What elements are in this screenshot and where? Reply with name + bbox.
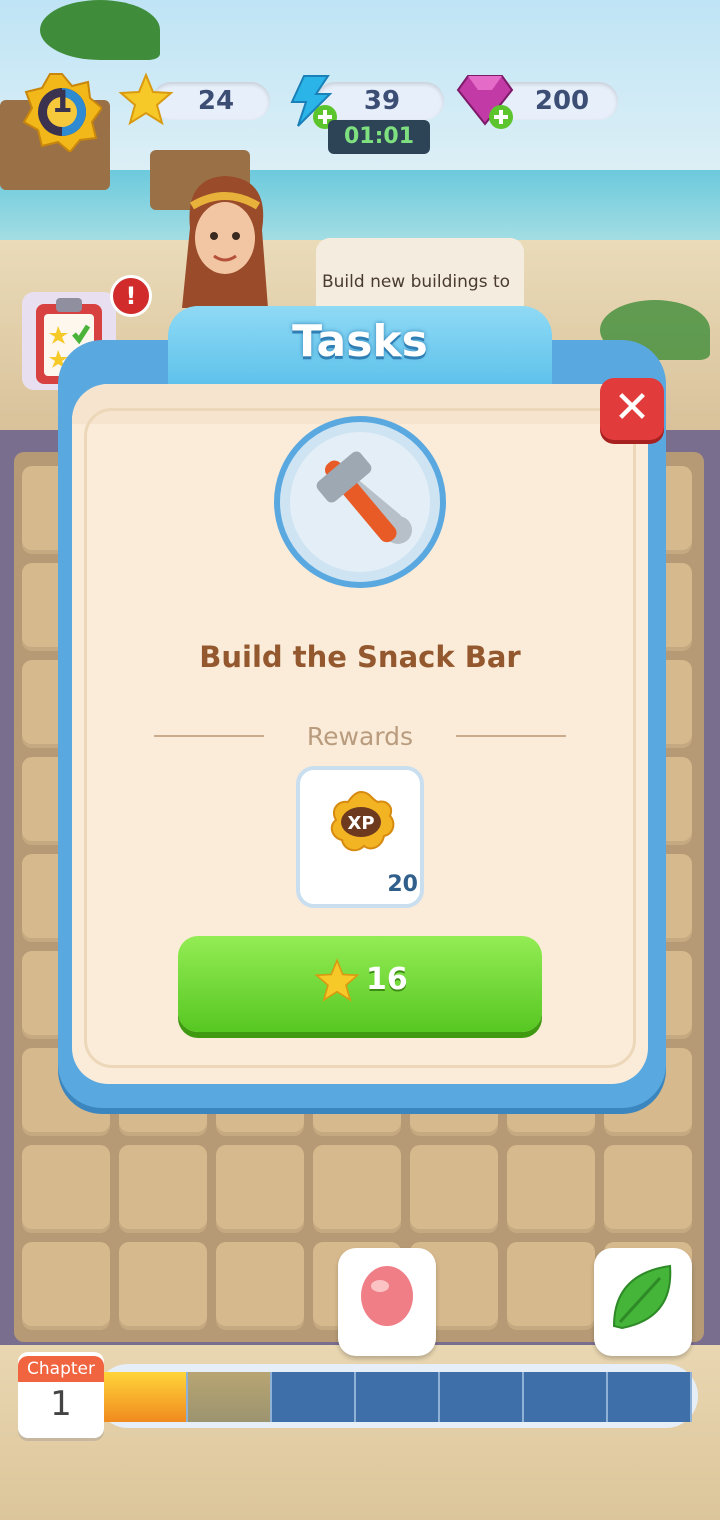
xp-icon: XP [330, 790, 395, 852]
reward-amount: 20 [387, 872, 418, 897]
build-button[interactable] [178, 936, 542, 1032]
chapter-label: Chapter [18, 1356, 104, 1382]
chapter-number: 1 [50, 1384, 72, 1424]
milestone-marker[interactable] [338, 1248, 436, 1356]
board-tile[interactable] [119, 1242, 207, 1330]
task-title: Build the Snack Bar [199, 640, 521, 674]
close-button[interactable]: ✕ [600, 378, 664, 440]
energy-value: 39 [363, 86, 401, 116]
star-icon [118, 72, 174, 126]
star-icon [314, 958, 360, 1002]
milestone-marker[interactable] [594, 1248, 692, 1356]
chapter-progress-segment [272, 1372, 356, 1422]
chapter-progress-segment [104, 1372, 188, 1422]
board-tile[interactable] [410, 1145, 498, 1233]
close-icon: ✕ [613, 382, 651, 433]
palm-tree [40, 0, 160, 60]
board-tile[interactable] [22, 1145, 110, 1233]
board-tile[interactable] [507, 1242, 595, 1330]
stars-value: 24 [197, 86, 235, 116]
add-gems-icon[interactable] [488, 104, 514, 130]
board-tile[interactable] [22, 1242, 110, 1330]
task-icon-frame [274, 416, 446, 588]
chapter-progress-segment [524, 1372, 608, 1422]
board-tile[interactable] [507, 1145, 595, 1233]
board-tile[interactable] [119, 1145, 207, 1233]
rewards-label: Rewards [306, 722, 414, 751]
leaf-icon [612, 1264, 672, 1330]
modal-title: Tasks [292, 316, 428, 367]
board-tile[interactable] [604, 1145, 692, 1233]
energy-timer: 01:01 [328, 120, 430, 154]
chapter-progress-segment [188, 1372, 272, 1422]
hammer-wrench-icon [290, 432, 430, 572]
level-number: 1 [51, 85, 73, 120]
board-tile[interactable] [216, 1145, 304, 1233]
board-tile[interactable] [313, 1145, 401, 1233]
pink-egg-icon [361, 1266, 413, 1326]
gems-value: 200 [534, 86, 590, 116]
chapter-progress-segment [608, 1372, 692, 1422]
board-tile[interactable] [216, 1242, 304, 1330]
alert-badge: ! [110, 275, 152, 317]
npc-character [182, 176, 268, 308]
chapter-progress-segment [440, 1372, 524, 1422]
chapter-progress-segment [356, 1372, 440, 1422]
xp-icon-label: XP [347, 813, 374, 834]
build-cost: 16 [366, 962, 408, 997]
